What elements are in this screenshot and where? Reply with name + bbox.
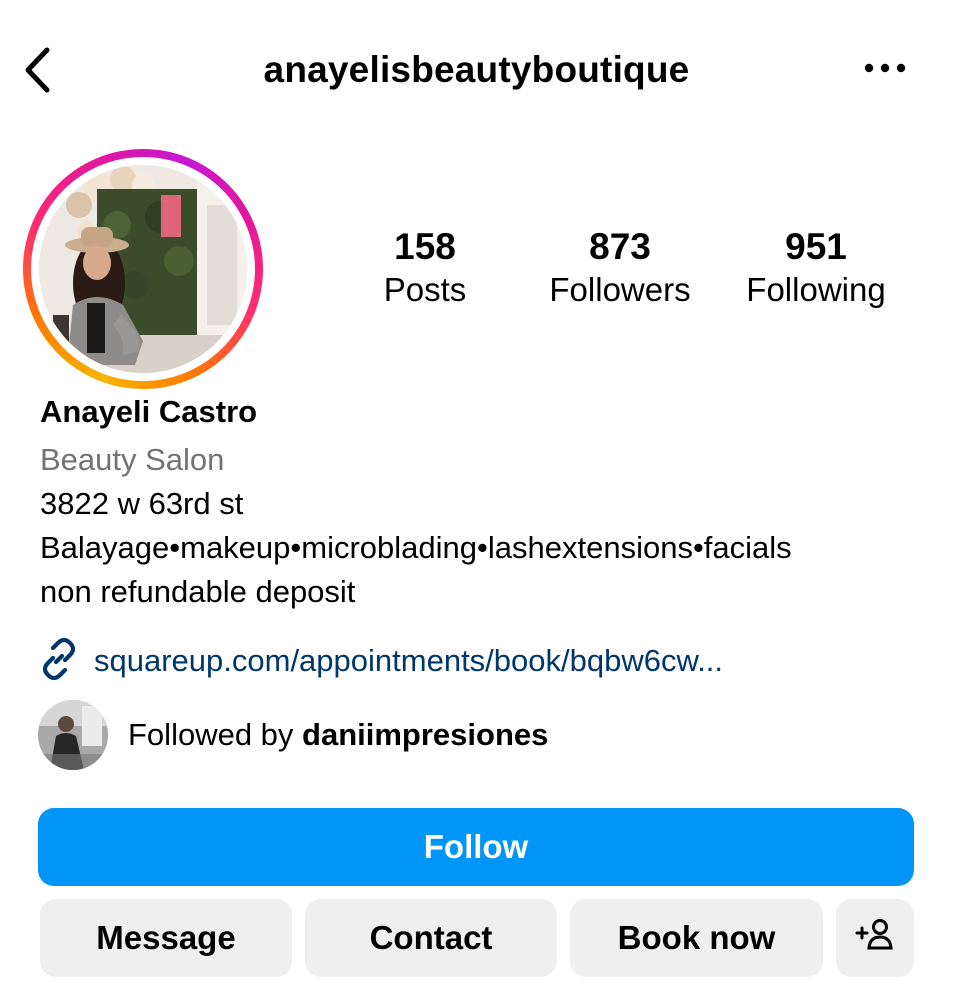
- following-label: Following: [746, 271, 886, 308]
- book-now-button[interactable]: Book now: [570, 899, 823, 977]
- follow-button[interactable]: Follow: [38, 808, 914, 886]
- external-link-text: squareup.com/appointments/book/bqbw6cw..…: [94, 643, 723, 678]
- followers-label: Followers: [549, 271, 691, 308]
- contact-button[interactable]: Contact: [305, 899, 557, 977]
- following-count: 951: [785, 226, 847, 267]
- followed-by-row[interactable]: Followed by daniimpresiones: [38, 700, 548, 770]
- more-horizontal-icon: [863, 61, 907, 79]
- posts-stat[interactable]: 158 Posts: [340, 224, 510, 310]
- bio-address: 3822 w 63rd st: [40, 486, 244, 521]
- profile-full-name: Anayeli Castro: [40, 394, 258, 429]
- followers-stat[interactable]: 873 Followers: [535, 224, 705, 310]
- profile-avatar-story-ring[interactable]: [23, 149, 263, 389]
- followed-by-prefix: Followed by: [128, 717, 303, 752]
- add-person-icon: [855, 917, 895, 959]
- link-icon: [38, 637, 80, 685]
- profile-avatar: [39, 165, 247, 373]
- followed-by-name: daniimpresiones: [302, 717, 549, 752]
- following-stat[interactable]: 951 Following: [731, 224, 901, 310]
- profile-username: anayelisbeautyboutique: [263, 49, 690, 90]
- chevron-left-icon: [21, 45, 55, 100]
- followers-count: 873: [589, 226, 651, 267]
- posts-count: 158: [394, 226, 456, 267]
- external-link[interactable]: squareup.com/appointments/book/bqbw6cw..…: [38, 637, 723, 685]
- follower-avatar: [38, 700, 108, 770]
- message-button[interactable]: Message: [40, 899, 292, 977]
- back-button[interactable]: [14, 44, 62, 100]
- bio-services: Balayage•makeup•microblading•lashextensi…: [40, 530, 792, 565]
- suggested-accounts-button[interactable]: [836, 899, 914, 977]
- profile-category: Beauty Salon: [40, 442, 225, 477]
- posts-label: Posts: [383, 271, 467, 308]
- bio-deposit-note: non refundable deposit: [40, 574, 356, 609]
- more-options-button[interactable]: [856, 50, 914, 90]
